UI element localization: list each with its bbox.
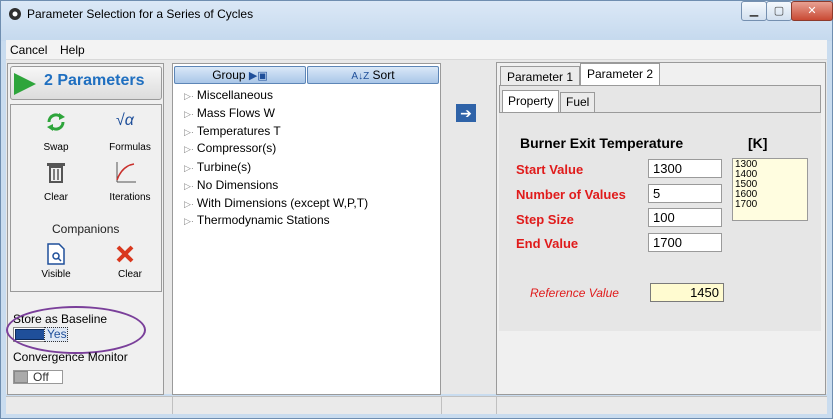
reference-value-field[interactable]: 1450 — [650, 283, 724, 302]
highlight-circle — [6, 306, 146, 354]
swap-label: Swap — [43, 142, 69, 153]
document-search-icon[interactable] — [46, 243, 66, 265]
expand-caret-icon: ▷· — [184, 181, 194, 191]
tree-item[interactable]: ▷· Miscellaneous — [184, 88, 273, 102]
parameters-count-label: 2 Parameters — [44, 72, 145, 89]
end-value-label: End Value — [516, 236, 579, 251]
minimize-button[interactable]: ▁ — [741, 1, 767, 21]
tree-item[interactable]: ▷· No Dimensions — [184, 178, 278, 192]
expand-caret-icon: ▷· — [184, 216, 194, 226]
step-size-label: Step Size — [516, 212, 574, 227]
sort-az-icon: A↓Z — [351, 71, 370, 82]
expand-caret-icon: ▷· — [184, 127, 194, 137]
sqrt-alpha-icon[interactable]: √α — [116, 112, 134, 130]
tab-property[interactable]: Property — [502, 90, 560, 112]
companions-heading: Companions — [52, 222, 120, 236]
iterations-icon[interactable] — [114, 160, 138, 184]
toggle-knob — [14, 371, 28, 383]
tree-item[interactable]: ▷· Mass Flows W — [184, 106, 275, 120]
close-button[interactable]: ✕ — [791, 1, 833, 21]
maximize-button[interactable]: ▢ — [766, 1, 792, 21]
expand-caret-icon: ▷· — [184, 163, 194, 173]
group-icon: ▶▣ — [248, 70, 268, 82]
clear-label: Clear — [44, 192, 68, 203]
start-value-label: Start Value — [516, 162, 584, 177]
number-of-values-label: Number of Values — [516, 187, 626, 202]
window-title: Parameter Selection for a Series of Cycl… — [27, 7, 254, 21]
parameter-unit: [K] — [748, 135, 768, 151]
convergence-monitor-value: Off — [33, 370, 49, 384]
step-size-field[interactable]: 100 — [648, 208, 722, 227]
menu-help[interactable]: Help — [60, 43, 85, 57]
tree-item[interactable]: ▷· Compressor(s) — [184, 141, 276, 155]
play-arrow-icon — [14, 73, 36, 95]
expand-caret-icon: ▷· — [184, 91, 194, 101]
tab-parameter-2[interactable]: Parameter 2 — [580, 63, 661, 86]
formulas-label: Formulas — [109, 142, 151, 153]
menu-bar: Cancel Help — [6, 40, 827, 60]
tree-item[interactable]: ▷· Temperatures T — [184, 124, 281, 138]
tree-item[interactable]: ▷· Thermodynamic Stations — [184, 213, 330, 227]
close-x-icon[interactable] — [116, 245, 134, 263]
tree-item[interactable]: ▷· Turbine(s) — [184, 160, 251, 174]
clear-companions-label: Clear — [118, 269, 142, 280]
iterations-label: Iterations — [109, 192, 151, 203]
visible-label: Visible — [41, 269, 71, 280]
number-of-values-field[interactable]: 5 — [648, 184, 722, 203]
convergence-monitor-label: Convergence Monitor — [13, 350, 128, 364]
status-divider — [441, 396, 442, 414]
reference-value-label: Reference Value — [530, 286, 619, 300]
arrow-right-icon[interactable]: ➔ — [456, 104, 476, 122]
sort-label: Sort — [372, 68, 395, 82]
tree-item[interactable]: ▷· With Dimensions (except W,P,T) — [184, 196, 368, 210]
end-value-field: 1700 — [648, 233, 722, 252]
start-value-field[interactable]: 1300 — [648, 159, 722, 178]
status-divider — [496, 396, 497, 414]
status-bar — [6, 396, 827, 414]
expand-caret-icon: ▷· — [184, 144, 194, 154]
tab-parameter-1[interactable]: Parameter 1 — [500, 66, 581, 85]
tab-fuel[interactable]: Fuel — [560, 92, 596, 112]
trash-icon[interactable] — [45, 160, 67, 184]
menu-cancel[interactable]: Cancel — [10, 43, 47, 57]
sort-button[interactable]: A↓Z Sort — [307, 66, 439, 84]
swap-icon[interactable] — [44, 110, 68, 134]
value-item: 1700 — [735, 199, 758, 210]
expand-caret-icon: ▷· — [184, 199, 194, 209]
parameter-title: Burner Exit Temperature — [520, 135, 684, 151]
group-button[interactable]: Group ▶▣ — [174, 66, 306, 84]
app-logo-icon — [9, 8, 21, 20]
status-divider — [172, 396, 173, 414]
values-list: 1300 1400 1500 1600 1700 — [732, 158, 808, 221]
expand-caret-icon: ▷· — [184, 109, 194, 119]
group-label: Group — [212, 68, 246, 82]
